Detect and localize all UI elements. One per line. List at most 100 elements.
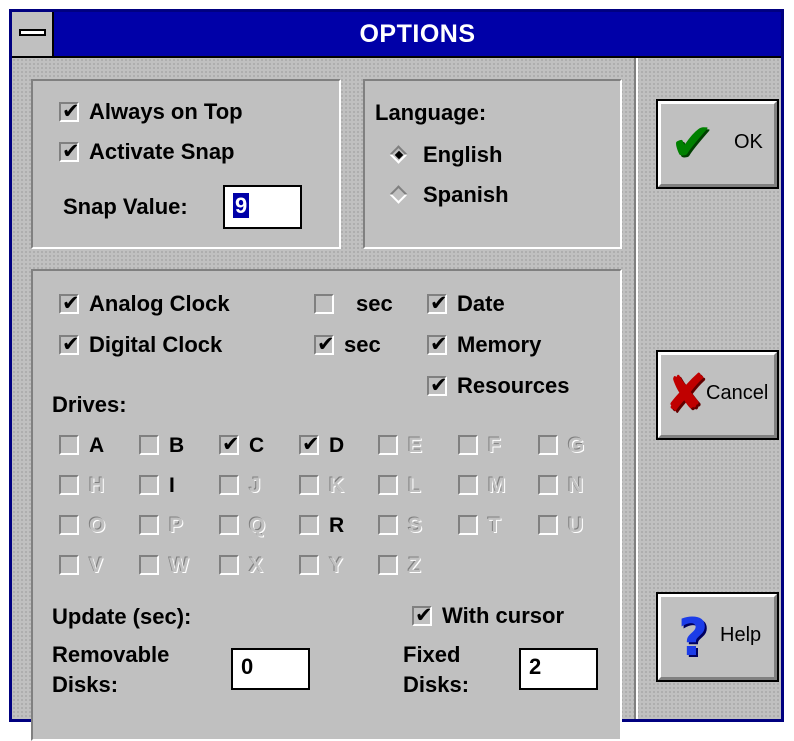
drive-checkbox[interactable]: E bbox=[378, 433, 422, 459]
drive-checkbox[interactable]: V bbox=[59, 553, 103, 579]
drive-checkbox[interactable]: F bbox=[458, 433, 501, 459]
radio-button[interactable] bbox=[389, 185, 409, 205]
checkbox-box[interactable] bbox=[412, 602, 433, 628]
drive-checkbox[interactable]: G bbox=[538, 433, 584, 459]
checkbox-box[interactable] bbox=[59, 290, 80, 316]
checkbox-box[interactable] bbox=[139, 515, 159, 535]
drive-checkbox[interactable]: U bbox=[538, 513, 583, 539]
language-option-spanish[interactable]: Spanish bbox=[389, 181, 509, 209]
checkbox-box[interactable] bbox=[299, 475, 319, 495]
always-on-top-checkbox[interactable]: Always on Top bbox=[59, 98, 243, 126]
checkbox-box[interactable] bbox=[299, 515, 319, 535]
drive-checkbox[interactable]: H bbox=[59, 473, 104, 499]
drive-checkbox[interactable]: S bbox=[378, 513, 422, 539]
drive-letter: P bbox=[169, 514, 184, 537]
removable-disks-label-line2: Disks: bbox=[52, 672, 119, 697]
checkmark-icon: ✔ bbox=[670, 113, 714, 173]
digital-sec-checkbox[interactable]: sec bbox=[314, 331, 381, 359]
checkbox-box[interactable] bbox=[427, 331, 448, 357]
drive-letter: F bbox=[488, 434, 501, 457]
drive-checkbox[interactable]: L bbox=[378, 473, 421, 499]
checkbox-box[interactable] bbox=[458, 475, 478, 495]
drive-checkbox[interactable]: P bbox=[139, 513, 183, 539]
memory-checkbox[interactable]: Memory bbox=[427, 331, 541, 359]
drive-checkbox[interactable]: T bbox=[458, 513, 501, 539]
checkbox-box[interactable] bbox=[139, 475, 159, 495]
drive-checkbox[interactable]: Y bbox=[299, 553, 343, 579]
snap-value-text: 9 bbox=[233, 193, 250, 218]
checkbox-box[interactable] bbox=[59, 475, 79, 495]
drive-checkbox[interactable]: J bbox=[219, 473, 261, 499]
help-button[interactable]: ? Help bbox=[656, 592, 779, 682]
checkbox-box[interactable] bbox=[59, 98, 80, 124]
checkbox-box[interactable] bbox=[458, 515, 478, 535]
checkbox-box[interactable] bbox=[59, 555, 79, 575]
snap-value-input[interactable]: 9 bbox=[223, 185, 302, 229]
drive-checkbox[interactable]: B bbox=[139, 433, 184, 459]
drive-checkbox[interactable]: A bbox=[59, 433, 104, 459]
checkbox-box[interactable] bbox=[59, 138, 80, 164]
checkbox-box[interactable] bbox=[458, 435, 478, 455]
drive-checkbox[interactable]: O bbox=[59, 513, 105, 539]
checkbox-box[interactable] bbox=[378, 515, 398, 535]
checkbox-box[interactable] bbox=[219, 555, 239, 575]
checkbox-box[interactable] bbox=[378, 555, 398, 575]
drive-letter: W bbox=[169, 554, 189, 577]
drive-checkbox[interactable]: C bbox=[219, 431, 264, 459]
checkbox-box[interactable] bbox=[59, 331, 80, 357]
drive-checkbox[interactable]: M bbox=[458, 473, 506, 499]
digital-clock-checkbox[interactable]: Digital Clock bbox=[59, 331, 222, 359]
checkbox-box[interactable] bbox=[219, 515, 239, 535]
ok-button[interactable]: ✔ OK bbox=[656, 99, 779, 189]
checkbox-box[interactable] bbox=[139, 555, 159, 575]
drive-letter: E bbox=[408, 434, 423, 457]
drive-checkbox[interactable]: K bbox=[299, 473, 344, 499]
drive-letter: X bbox=[249, 554, 264, 577]
resources-label: Resources bbox=[457, 373, 570, 398]
system-menu-button[interactable] bbox=[12, 12, 54, 56]
spanish-label: Spanish bbox=[423, 182, 509, 207]
drive-checkbox[interactable]: W bbox=[139, 553, 189, 579]
title-bar[interactable]: OPTIONS bbox=[12, 12, 781, 58]
checkbox-box[interactable] bbox=[378, 475, 398, 495]
checkbox-box[interactable] bbox=[59, 435, 79, 455]
date-checkbox[interactable]: Date bbox=[427, 290, 505, 318]
removable-disks-input[interactable]: 0 bbox=[231, 648, 310, 690]
language-option-english[interactable]: English bbox=[389, 141, 502, 169]
drive-checkbox[interactable]: N bbox=[538, 473, 583, 499]
checkbox-box[interactable] bbox=[314, 294, 334, 314]
analog-sec-checkbox[interactable]: sec bbox=[314, 290, 393, 318]
activate-snap-checkbox[interactable]: Activate Snap bbox=[59, 138, 235, 166]
checkbox-box[interactable] bbox=[314, 331, 335, 357]
drive-checkbox[interactable]: R bbox=[299, 513, 344, 539]
drive-checkbox[interactable]: X bbox=[219, 553, 263, 579]
fixed-disks-input[interactable]: 2 bbox=[519, 648, 598, 690]
with-cursor-checkbox[interactable]: With cursor bbox=[412, 602, 564, 630]
checkbox-box[interactable] bbox=[427, 290, 448, 316]
cancel-button-label: Cancel bbox=[706, 382, 769, 404]
resources-checkbox[interactable]: Resources bbox=[427, 372, 570, 400]
checkbox-box[interactable] bbox=[299, 555, 319, 575]
always-on-top-label: Always on Top bbox=[89, 99, 243, 124]
drive-checkbox[interactable]: I bbox=[139, 473, 175, 499]
cancel-button[interactable]: ✘ Cancel bbox=[656, 350, 779, 440]
drive-checkbox[interactable]: Z bbox=[378, 553, 421, 579]
drive-letter: R bbox=[329, 514, 345, 537]
checkbox-box[interactable] bbox=[139, 435, 159, 455]
checkbox-box[interactable] bbox=[299, 431, 320, 457]
checkbox-box[interactable] bbox=[219, 475, 239, 495]
checkbox-box[interactable] bbox=[427, 372, 448, 398]
drive-checkbox[interactable]: Q bbox=[219, 513, 265, 539]
checkbox-box[interactable] bbox=[538, 435, 558, 455]
drive-letter: A bbox=[89, 434, 105, 457]
checkbox-box[interactable] bbox=[378, 435, 398, 455]
analog-clock-checkbox[interactable]: Analog Clock bbox=[59, 290, 230, 318]
checkbox-box[interactable] bbox=[59, 515, 79, 535]
radio-button[interactable] bbox=[389, 145, 409, 165]
checkbox-box[interactable] bbox=[219, 431, 240, 457]
checkbox-box[interactable] bbox=[538, 515, 558, 535]
analog-sec-label: sec bbox=[356, 291, 393, 316]
drive-checkbox[interactable]: D bbox=[299, 431, 344, 459]
fixed-disks-label-line2: Disks: bbox=[403, 672, 470, 697]
checkbox-box[interactable] bbox=[538, 475, 558, 495]
